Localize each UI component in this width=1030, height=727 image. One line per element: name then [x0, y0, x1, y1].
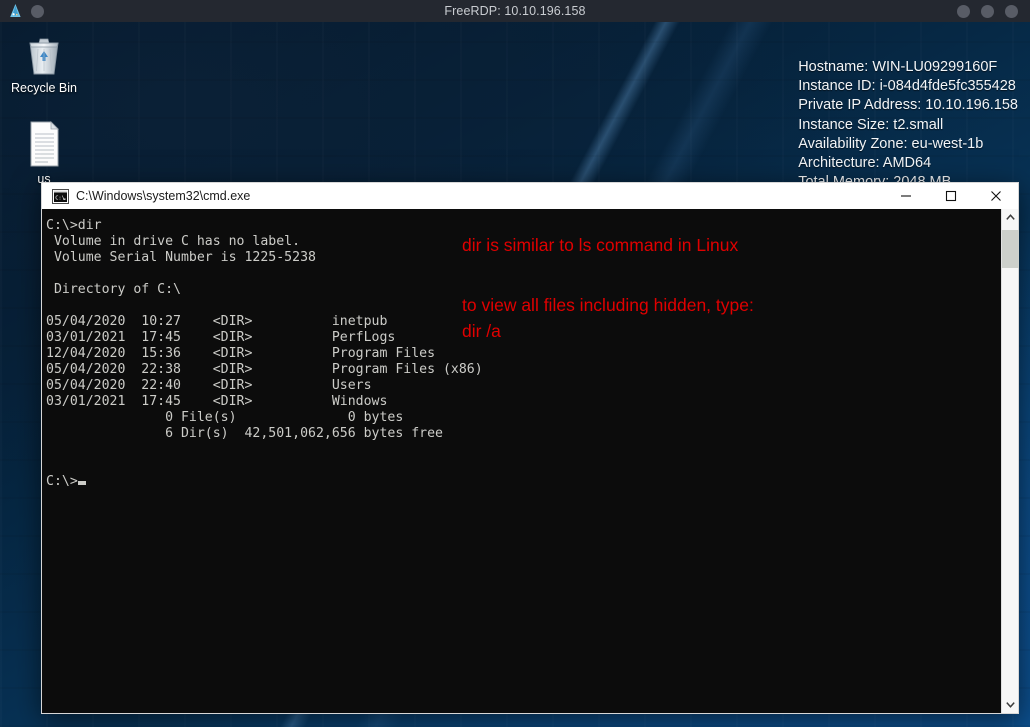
- recycle-bin-icon: [2, 27, 86, 77]
- cmd-minimize-button[interactable]: [883, 183, 928, 209]
- remote-desktop-surface[interactable]: Recycle Bin us Hostname: WIN-LU09299160F: [0, 22, 1030, 727]
- sysinfo-hostname: Hostname: WIN-LU09299160F: [798, 59, 998, 75]
- freerdp-titlebar: FreeRDP: 10.10.196.158: [0, 0, 1030, 22]
- freerdp-window-title: FreeRDP: 10.10.196.158: [444, 4, 586, 18]
- cmd-titlebar[interactable]: C:\ C:\Windows\system32\cmd.exe: [41, 182, 1019, 209]
- cmd-vertical-scrollbar[interactable]: [1001, 209, 1019, 713]
- sysinfo-architecture: Architecture: AMD64: [798, 155, 932, 172]
- freerdp-left-controls: [0, 4, 140, 18]
- sysinfo-instance-id: Instance ID: i-084d4fde5fc355428: [798, 78, 1016, 95]
- maximize-button[interactable]: [981, 4, 994, 18]
- scrollbar-thumb[interactable]: [1001, 230, 1019, 268]
- scrollbar-down-arrow-icon[interactable]: [1002, 696, 1019, 713]
- annotation-line-3: dir /a: [462, 321, 501, 341]
- sysinfo-availability-zone: Availability Zone: eu-west-1b: [798, 135, 984, 152]
- maximize-icon: [945, 190, 956, 202]
- close-icon: [990, 191, 1001, 201]
- text-document-icon: [2, 118, 86, 168]
- annotation-line-1: dir is similar to ls command in Linux: [462, 235, 739, 255]
- desktop-icon-recycle-bin[interactable]: Recycle Bin: [2, 27, 86, 95]
- cmd-maximize-button[interactable]: [928, 183, 973, 209]
- sysinfo-private-ip: Private IP Address: 10.10.196.158: [798, 97, 1018, 114]
- freerdp-icon: [9, 4, 22, 18]
- sysinfo-instance-size: Instance Size: t2.small: [798, 116, 944, 133]
- minimize-button[interactable]: [957, 4, 970, 18]
- cmd-console-icon: C:\: [42, 188, 76, 204]
- minimize-icon: [900, 195, 911, 197]
- scrollbar-up-arrow-icon[interactable]: [1002, 209, 1019, 226]
- cmd-body[interactable]: C:\>dir Volume in drive C has no label. …: [41, 209, 1019, 714]
- cmd-window[interactable]: C:\ C:\Windows\system32\cmd.exe C:\>dir …: [41, 182, 1019, 714]
- desktop-icon-user-txt[interactable]: us: [2, 118, 86, 186]
- system-info-overlay: Hostname: WIN-LU09299160F Instance ID: i…: [798, 58, 1018, 192]
- freerdp-right-controls: [890, 4, 1030, 18]
- cmd-window-title: C:\Windows\system32\cmd.exe: [76, 189, 251, 203]
- window-menu-button[interactable]: [31, 4, 44, 18]
- console-cursor: [77, 481, 86, 485]
- close-button[interactable]: [1005, 4, 1018, 18]
- annotation-line-2: to view all files including hidden, type…: [462, 295, 754, 315]
- desktop-icon-label: Recycle Bin: [11, 81, 77, 95]
- cmd-console-output-area[interactable]: C:\>dir Volume in drive C has no label. …: [42, 209, 1001, 713]
- cmd-close-button[interactable]: [973, 183, 1018, 209]
- scrollbar-track[interactable]: [1001, 226, 1019, 696]
- cmd-console-text: C:\>dir Volume in drive C has no label. …: [46, 218, 483, 489]
- screen-root: FreeRDP: 10.10.196.158 Recycle Bin us Ho…: [0, 0, 1030, 727]
